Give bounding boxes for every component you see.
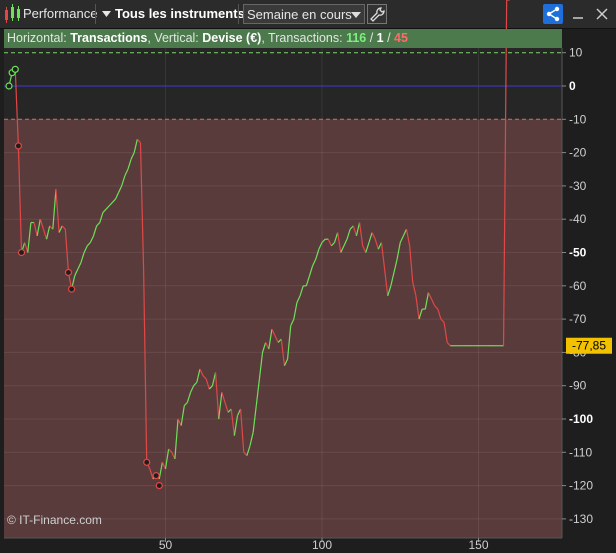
x-tick-label: 50 — [159, 538, 173, 552]
y-tick-label: -90 — [569, 379, 587, 393]
transactions-label: , Transactions: — [261, 31, 347, 45]
trade-marker — [155, 482, 163, 490]
y-tick-label: -50 — [569, 246, 587, 260]
trade-marker — [152, 472, 160, 480]
trade-marker — [17, 248, 26, 257]
y-tick-label: -60 — [569, 279, 587, 293]
y-tick-label: -70 — [569, 312, 587, 326]
winning-count: 116 — [346, 31, 367, 45]
x-tick-label: 150 — [468, 538, 488, 552]
losing-count: 45 — [394, 31, 408, 45]
trade-marker — [14, 142, 22, 150]
y-tick-label: 10 — [569, 46, 583, 60]
vertical-label: , Vertical: — [147, 31, 203, 45]
vertical-value: Devise (€) — [202, 31, 262, 45]
chart-info-bar: Horizontal: Transactions, Vertical: Devi… — [4, 29, 562, 48]
last-value-label: -77,85 — [572, 339, 606, 353]
horizontal-value: Transactions — [70, 31, 148, 45]
neutral-count: 1 — [376, 31, 384, 45]
y-tick-label: -110 — [569, 445, 592, 459]
trade-marker — [143, 458, 151, 466]
watermark: © IT-Finance.com — [7, 513, 102, 527]
y-tick-label: -30 — [569, 179, 587, 193]
x-axis-panel — [0, 538, 616, 553]
separator: / — [383, 31, 395, 45]
y-tick-label: -130 — [569, 512, 593, 526]
y-tick-label: -100 — [569, 412, 593, 426]
separator: / — [366, 31, 377, 45]
trade-marker — [11, 65, 19, 73]
trade-marker — [5, 82, 13, 90]
trade-marker — [67, 285, 76, 293]
y-tick-label: -10 — [569, 112, 587, 126]
y-tick-label: 0 — [569, 79, 576, 93]
x-tick-label: 100 — [312, 538, 332, 552]
trade-marker — [64, 268, 73, 277]
horizontal-label: Horizontal: — [7, 31, 71, 45]
y-tick-label: -20 — [569, 146, 587, 160]
y-tick-label: -40 — [569, 212, 587, 226]
equity-chart: 100-10-20-30-40-50-60-70-80-90-100-110-1… — [0, 0, 616, 553]
y-tick-label: -120 — [569, 479, 593, 493]
